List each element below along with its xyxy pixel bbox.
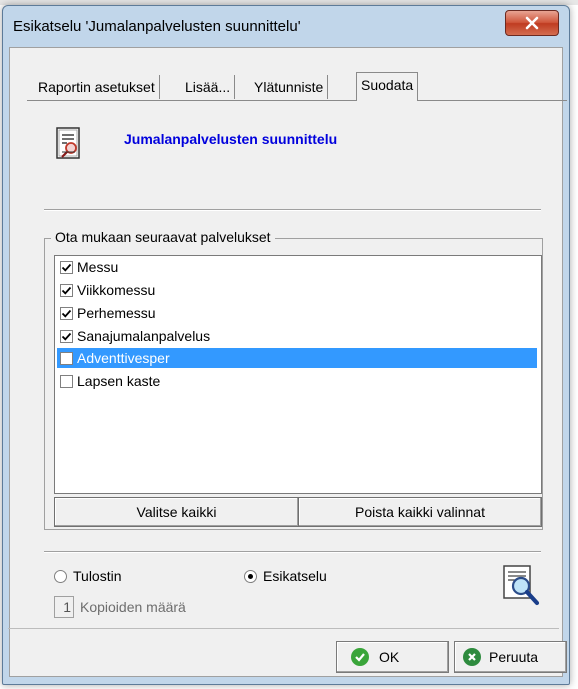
list-item[interactable]: Lapsen kaste [57, 371, 537, 391]
list-item-label: Adventtivesper [77, 350, 170, 366]
ok-label: OK [379, 649, 400, 665]
checkbox[interactable] [60, 306, 73, 320]
radio-button[interactable] [244, 569, 257, 583]
checkmark-icon [61, 263, 72, 272]
printer-radio[interactable]: Tulostin [54, 568, 122, 584]
radio-button[interactable] [54, 569, 67, 583]
tab-ylatunniste[interactable]: Ylätunniste [250, 75, 329, 99]
checkmark-icon [61, 309, 72, 318]
copies-row: 1 Kopioiden määrä [54, 596, 186, 618]
list-item-selected[interactable]: Adventtivesper [57, 348, 537, 368]
tab-label: Suodata [361, 77, 414, 93]
clear-all-label: Poista kaikki valinnat [355, 504, 485, 520]
checkbox[interactable] [60, 351, 73, 365]
magnifier-document-icon[interactable] [500, 564, 542, 608]
tab-label: Lisää... [185, 79, 231, 95]
clear-all-button[interactable]: Poista kaikki valinnat [298, 497, 542, 527]
copies-input[interactable]: 1 [54, 596, 74, 618]
tab-label: Ylätunniste [254, 79, 324, 95]
printer-label: Tulostin [73, 568, 122, 584]
select-all-button[interactable]: Valitse kaikki [54, 497, 299, 527]
checkbox[interactable] [60, 260, 73, 274]
checkbox[interactable] [60, 283, 73, 297]
checkbox[interactable] [60, 329, 73, 343]
tab-label: Raportin asetukset [38, 79, 155, 95]
list-item[interactable]: Messu [57, 257, 537, 277]
preview-radio[interactable]: Esikatselu [244, 568, 327, 584]
title-bar[interactable]: Esikatselu 'Jumalanpalvelusten suunnitte… [3, 6, 569, 48]
list-item-label: Viikkomessu [77, 282, 156, 298]
cancel-icon [463, 648, 481, 666]
list-item-label: Perhemessu [77, 305, 156, 321]
cancel-button[interactable]: Peruuta [454, 641, 567, 673]
report-document-icon [52, 126, 86, 162]
list-item[interactable]: Viikkomessu [57, 280, 537, 300]
copies-label: Kopioiden määrä [80, 599, 186, 615]
list-item-label: Lapsen kaste [77, 373, 161, 389]
divider [44, 209, 541, 211]
divider [44, 551, 541, 553]
ok-button[interactable]: OK [336, 641, 449, 673]
list-item[interactable]: Sanajumalanpalvelus [57, 326, 537, 346]
report-title: Jumalanpalvelusten suunnittelu [124, 131, 338, 147]
checkmark-icon [61, 332, 72, 341]
select-all-label: Valitse kaikki [136, 504, 217, 520]
tab-raportin-asetukset[interactable]: Raportin asetukset [34, 75, 160, 99]
tab-lisaa[interactable]: Lisää... [181, 75, 236, 99]
list-item[interactable]: Perhemessu [57, 303, 537, 323]
list-item-label: Messu [77, 259, 119, 275]
cancel-label: Peruuta [489, 649, 539, 665]
services-group-label: Ota mukaan seuraavat palvelukset [51, 229, 275, 245]
checkbox[interactable] [60, 374, 73, 388]
dialog-title: Esikatselu 'Jumalanpalvelusten suunnitte… [13, 18, 301, 35]
list-item-label: Sanajumalanpalvelus [77, 328, 211, 344]
check-icon [351, 648, 369, 666]
services-list[interactable]: Messu Viikkomessu Perhemessu Sanajumalan… [54, 255, 542, 494]
checkmark-icon [61, 286, 72, 295]
close-button[interactable] [505, 10, 559, 36]
preview-label: Esikatselu [263, 568, 327, 584]
close-icon [525, 16, 539, 30]
tab-suodata[interactable]: Suodata [356, 72, 419, 101]
